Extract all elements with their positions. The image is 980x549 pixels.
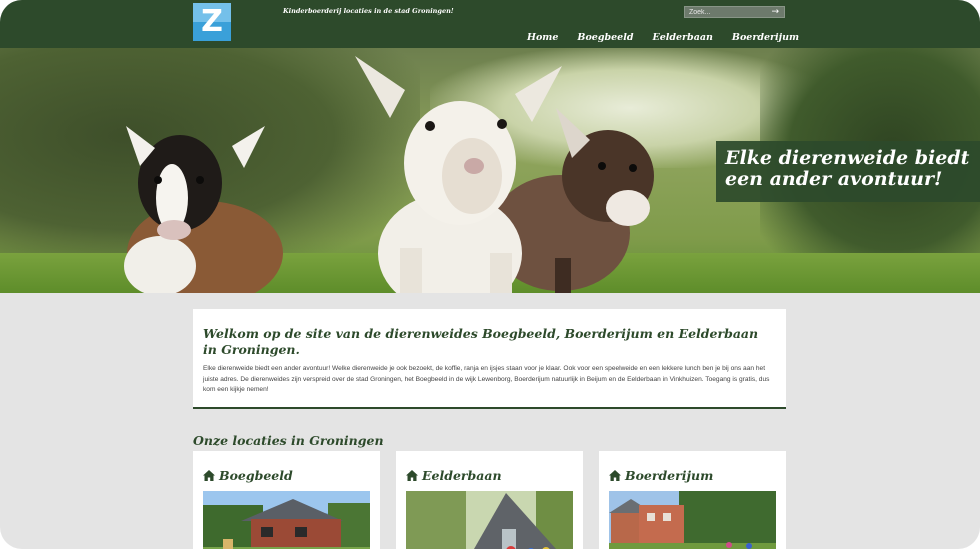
site-logo[interactable]: Z — [193, 3, 231, 41]
location-card-boerderijum[interactable]: Boerderijum — [599, 451, 786, 549]
hero-caption: Elke dierenweide biedt een ander avontuu… — [716, 141, 980, 202]
home-icon — [406, 469, 418, 481]
welcome-title: Welkom op de site van de dierenweides Bo… — [203, 326, 759, 357]
hero-banner: Elke dierenweide biedt een ander avontuu… — [0, 48, 980, 293]
logo-letter: Z — [201, 4, 223, 39]
nav-item-boerderijum[interactable]: Boerderijum — [732, 32, 799, 44]
location-card-label: Boerderijum — [625, 467, 714, 483]
home-icon — [609, 469, 621, 481]
nav-item-home[interactable]: Home — [527, 32, 558, 44]
location-card-title[interactable]: Boegbeeld — [203, 467, 293, 483]
location-card-title[interactable]: Eelderbaan — [406, 467, 502, 483]
hero-caption-line-1: Elke dierenweide biedt — [725, 147, 970, 169]
locations-heading: Onze locaties in Groningen — [193, 433, 384, 448]
nav-item-eelderbaan[interactable]: Eelderbaan — [652, 32, 712, 44]
arrow-right-icon[interactable]: → — [771, 6, 779, 18]
main-nav: Home Boegbeeld Eelderbaan Boerderijum — [527, 32, 799, 44]
welcome-card: Welkom op de site van de dierenweides Bo… — [193, 309, 786, 409]
search-box: → — [684, 6, 785, 18]
search-input[interactable] — [689, 7, 769, 17]
location-card-label: Eelderbaan — [422, 467, 502, 483]
location-photo-boegbeeld[interactable] — [203, 491, 370, 549]
location-photo-boerderijum[interactable] — [609, 491, 776, 549]
page-frame: Z Kinderboerderij locaties in de stad Gr… — [0, 0, 980, 549]
location-card-eelderbaan[interactable]: Eelderbaan — [396, 451, 583, 549]
welcome-body: Elke dierenweide biedt een ander avontuu… — [203, 365, 770, 393]
goat-left — [124, 126, 283, 293]
home-icon — [203, 469, 215, 481]
nav-item-boegbeeld[interactable]: Boegbeeld — [577, 32, 633, 44]
location-card-label: Boegbeeld — [219, 467, 293, 483]
hero-caption-line-2: een ander avontuur! — [725, 168, 943, 190]
location-photo-eelderbaan[interactable] — [406, 491, 573, 549]
location-card-title[interactable]: Boerderijum — [609, 467, 713, 483]
site-header: Z Kinderboerderij locaties in de stad Gr… — [0, 0, 980, 48]
site-tagline: Kinderboerderij locaties in de stad Gron… — [283, 7, 454, 15]
location-card-boegbeeld[interactable]: Boegbeeld — [193, 451, 380, 549]
